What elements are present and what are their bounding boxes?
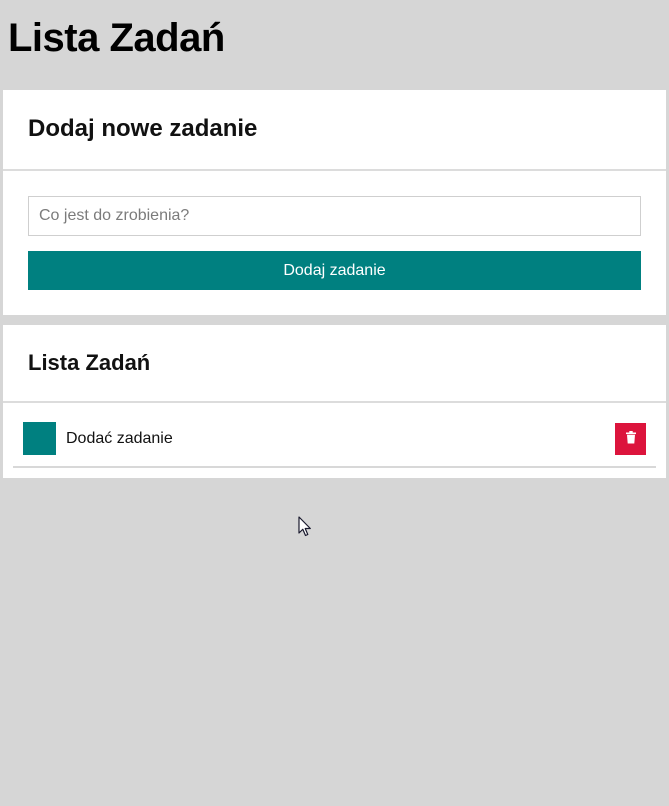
add-task-button[interactable]: Dodaj zadanie bbox=[28, 251, 641, 290]
task-list-card: Lista Zadań Dodać zadanie bbox=[3, 325, 666, 478]
task-list-item: Dodać zadanie bbox=[13, 405, 656, 468]
add-task-card-title: Dodaj nowe zadanie bbox=[28, 115, 258, 142]
add-task-card: Dodaj nowe zadanie Dodaj zadanie bbox=[3, 90, 666, 315]
task-text: Dodać zadanie bbox=[66, 430, 173, 447]
task-complete-toggle[interactable] bbox=[23, 422, 56, 455]
trash-icon bbox=[625, 431, 636, 447]
new-task-input[interactable] bbox=[28, 196, 641, 236]
page-title: Lista Zadań bbox=[8, 16, 225, 60]
task-list-card-title: Lista Zadań bbox=[28, 350, 151, 375]
mouse-cursor-icon bbox=[298, 516, 312, 538]
add-task-card-header: Dodaj nowe zadanie bbox=[3, 90, 666, 171]
delete-task-button[interactable] bbox=[615, 423, 646, 455]
task-list-card-header: Lista Zadań bbox=[3, 325, 666, 403]
